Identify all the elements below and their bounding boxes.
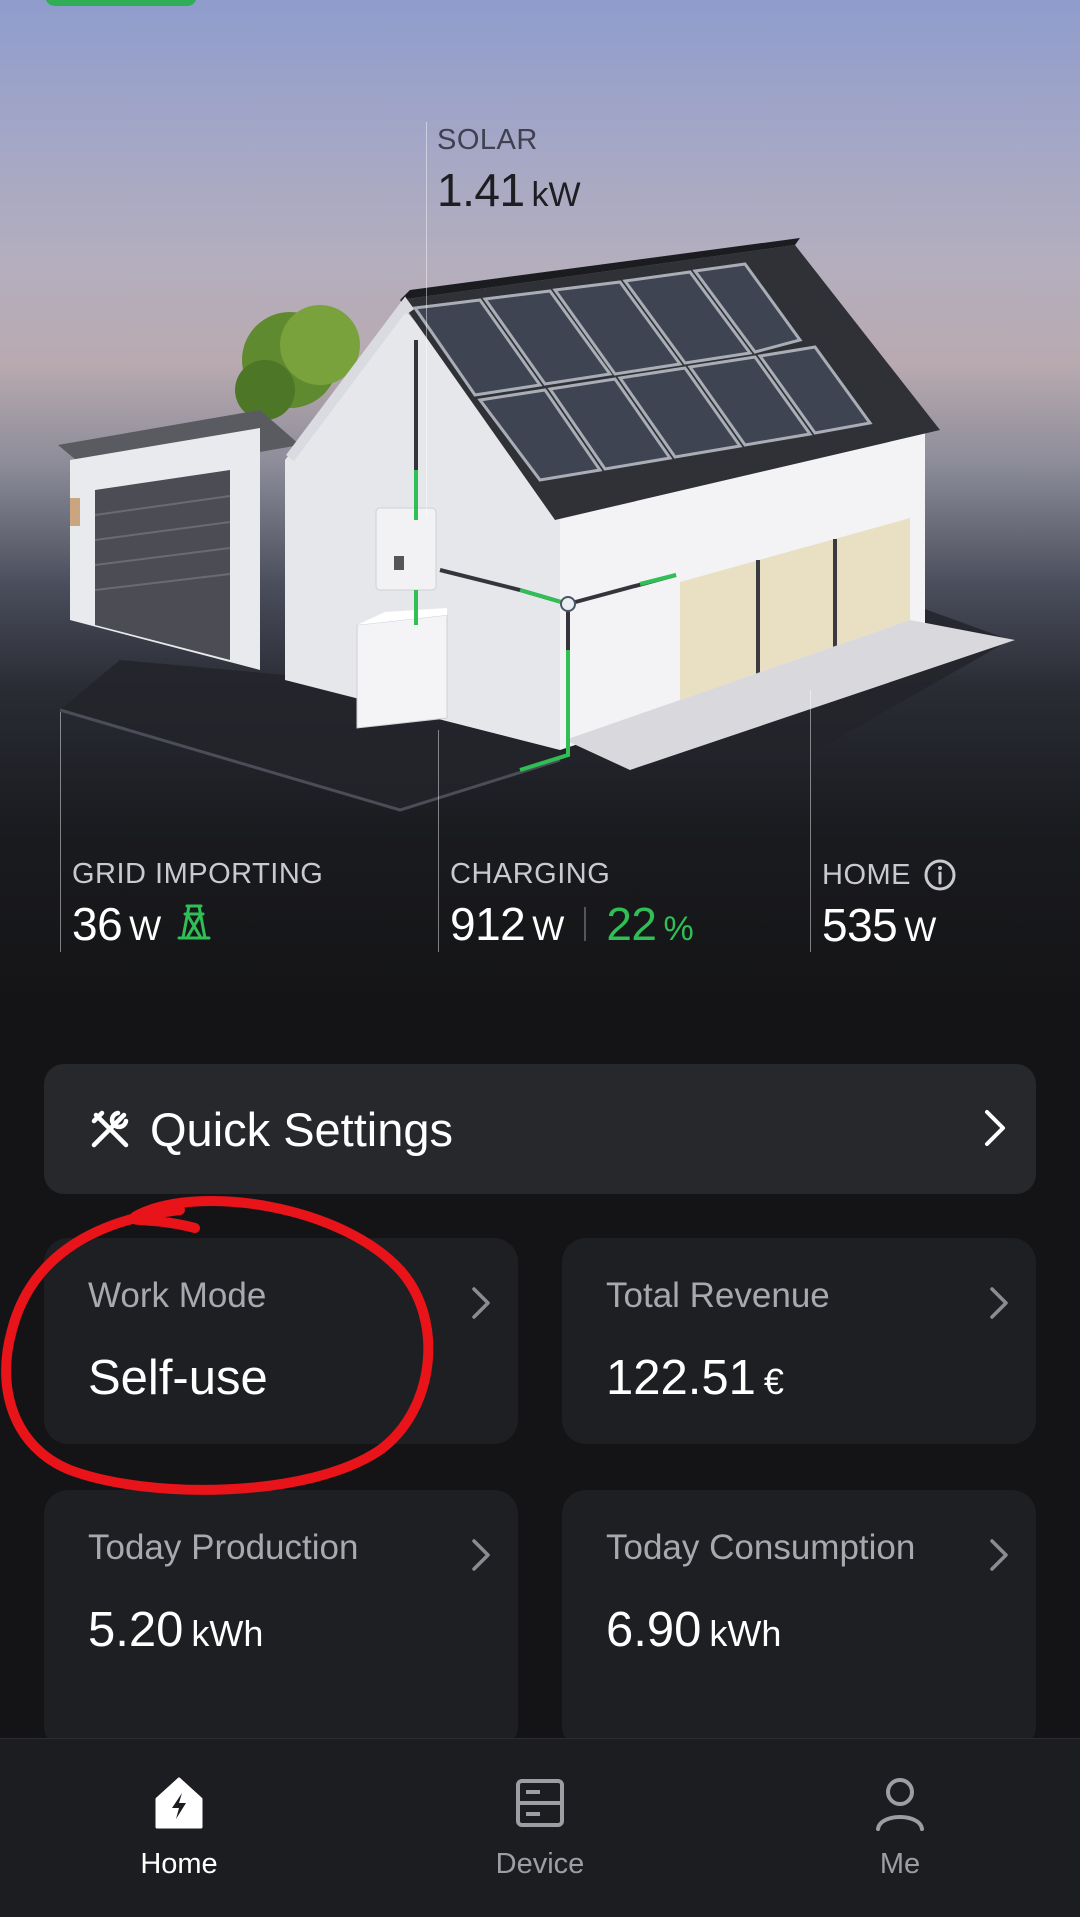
charging-label: CHARGING (450, 858, 611, 890)
home-leader-line (810, 690, 811, 952)
divider (584, 907, 587, 941)
chevron-right-icon (470, 1284, 492, 1327)
quick-settings-button[interactable]: Quick Settings (44, 1064, 1036, 1194)
battery-percent-unit: % (663, 910, 694, 948)
device-icon (512, 1775, 568, 1836)
today-production-value: 5.20 (88, 1603, 184, 1657)
home-value: 535 (822, 899, 898, 951)
home-bolt-icon (151, 1775, 207, 1836)
red-annotation-circle (1, 1196, 434, 1495)
chevron-right-icon (470, 1536, 492, 1579)
grid-unit: W (129, 910, 162, 948)
chevron-right-icon (982, 1106, 1008, 1155)
charging-stat[interactable]: CHARGING 912 W 22 % (450, 858, 694, 951)
nav-device[interactable]: Device (440, 1775, 640, 1881)
today-consumption-value: 6.90 (606, 1603, 702, 1657)
today-consumption-unit: kWh (709, 1613, 782, 1654)
total-revenue-value: 122.51 (606, 1351, 756, 1405)
solar-value: 1.41 (437, 164, 525, 216)
charging-value: 912 (450, 898, 526, 950)
nav-me[interactable]: Me (800, 1775, 1000, 1881)
today-production-unit: kWh (191, 1613, 264, 1654)
energy-flow-hero: SOLAR 1.41 kW GRID IMPORTING 36 W CHARGI… (0, 0, 1080, 1010)
tools-icon (88, 1107, 132, 1151)
nav-home[interactable]: Home (79, 1775, 279, 1881)
chevron-right-icon (988, 1284, 1010, 1327)
home-stat[interactable]: HOME 535 W (822, 858, 957, 952)
total-revenue-label: Total Revenue (606, 1276, 830, 1315)
today-consumption-label: Today Consumption (606, 1528, 916, 1567)
nav-device-label: Device (495, 1848, 585, 1880)
home-unit: W (904, 911, 937, 949)
solar-leader-line (426, 122, 427, 517)
total-revenue-card[interactable]: Total Revenue 122.51 € (562, 1238, 1036, 1444)
grid-label: GRID IMPORTING (72, 858, 324, 890)
charging-leader-line (438, 730, 439, 952)
chevron-right-icon (988, 1536, 1010, 1579)
solar-unit: kW (531, 176, 581, 214)
grid-stat[interactable]: GRID IMPORTING 36 W (72, 858, 323, 951)
bottom-navigation: Home Device Me (0, 1738, 1080, 1917)
info-icon[interactable] (923, 858, 957, 892)
battery-percent: 22 (606, 898, 657, 950)
person-icon (872, 1775, 928, 1836)
today-consumption-card[interactable]: Today Consumption 6.90 kWh (562, 1490, 1036, 1750)
total-revenue-unit: € (763, 1361, 784, 1402)
today-production-label: Today Production (88, 1528, 359, 1567)
solar-label: SOLAR (437, 124, 538, 156)
grid-leader-line (60, 712, 61, 952)
grid-tower-icon (175, 902, 213, 947)
home-label: HOME (822, 858, 911, 891)
solar-stat[interactable]: SOLAR 1.41 kW (437, 124, 581, 217)
today-production-card[interactable]: Today Production 5.20 kWh (44, 1490, 518, 1750)
grid-value: 36 (72, 898, 123, 950)
charging-unit: W (532, 910, 565, 948)
quick-settings-label: Quick Settings (150, 1102, 454, 1156)
nav-home-label: Home (140, 1848, 218, 1880)
nav-me-label: Me (879, 1848, 921, 1880)
